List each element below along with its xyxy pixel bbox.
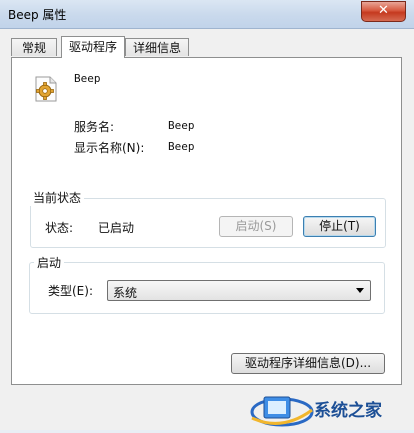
tab-driver[interactable]: 驱动程序 (61, 36, 125, 58)
status-label: 状态: (45, 221, 74, 235)
close-button[interactable]: ✕ (361, 1, 406, 22)
service-title: Beep (74, 72, 101, 85)
current-status-legend: 当前状态 (30, 189, 85, 206)
startup-type-value: 系统 (113, 286, 138, 300)
close-icon: ✕ (378, 3, 389, 18)
startup-type-label: 类型(E): (48, 284, 93, 298)
start-button[interactable]: 启动(S) (219, 216, 293, 237)
driver-details-button[interactable]: 驱动程序详细信息(D)... (231, 353, 385, 374)
logo-icon (250, 396, 314, 427)
stop-button[interactable]: 停止(T) (303, 216, 376, 237)
chevron-down-icon (356, 288, 364, 293)
tab-general[interactable]: 常规 (11, 38, 57, 56)
tab-details[interactable]: 详细信息 (125, 38, 189, 56)
window-title: Beep 属性 (8, 8, 67, 22)
display-name-value: Beep (168, 140, 195, 153)
service-name-label: 服务名: (74, 120, 115, 134)
status-value: 已启动 (98, 221, 135, 235)
title-bar: Beep 属性 ✕ (0, 0, 414, 29)
startup-legend: 启动 (34, 254, 65, 271)
watermark-logo: 系统之家 (244, 388, 414, 430)
display-name-label: 显示名称(N): (74, 141, 145, 155)
startup-type-select[interactable]: 系统 (107, 280, 371, 301)
watermark-text: 系统之家 (314, 401, 382, 421)
tab-panel: Beep 服务名: Beep 显示名称(N): Beep 当前状态 状态: 已启… (11, 57, 402, 385)
gear-icon (35, 76, 57, 102)
service-name-value: Beep (168, 119, 195, 132)
